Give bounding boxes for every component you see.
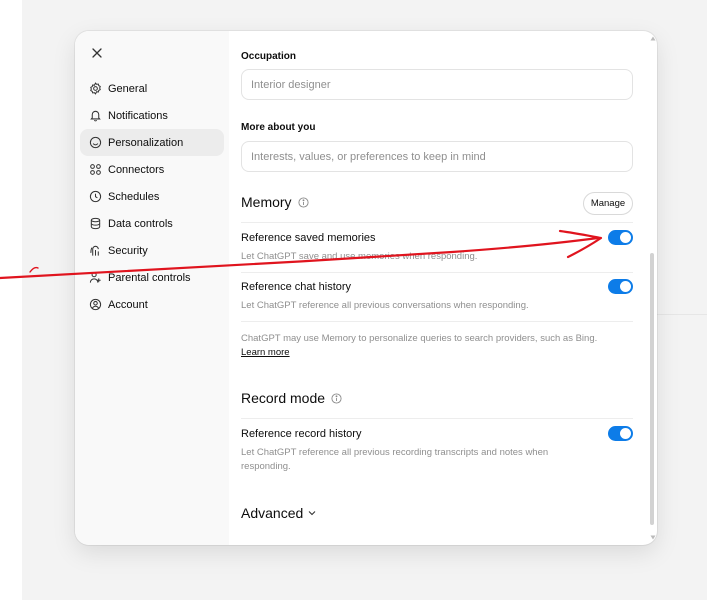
clock-icon	[88, 190, 102, 204]
sidebar-item-account[interactable]: Account	[80, 291, 224, 318]
advanced-label: Advanced	[241, 505, 304, 521]
memory-note-text: ChatGPT may use Memory to personalize qu…	[241, 333, 598, 344]
divider	[241, 418, 633, 419]
sidebar-item-connectors[interactable]: Connectors	[80, 156, 224, 183]
close-icon	[92, 48, 102, 58]
occupation-input[interactable]: Interior designer	[241, 69, 633, 100]
saved-memories-toggle[interactable]	[608, 230, 633, 245]
bell-icon	[88, 109, 102, 123]
settings-nav: General Notifications Personalization Co…	[80, 75, 224, 318]
sidebar-item-label: Schedules	[108, 190, 160, 203]
manage-memories-button[interactable]: Manage	[583, 192, 633, 215]
sidebar-item-data-controls[interactable]: Data controls	[80, 210, 224, 237]
chevron-down-icon	[308, 511, 316, 516]
settings-dialog: General Notifications Personalization Co…	[75, 31, 657, 545]
memory-title: Memory	[241, 194, 292, 210]
record-history-description: Let ChatGPT reference all previous recor…	[241, 447, 549, 472]
sidebar-item-notifications[interactable]: Notifications	[80, 102, 224, 129]
more-about-you-label: More about you	[241, 122, 316, 133]
scroll-down-icon[interactable]	[649, 533, 657, 541]
memory-heading: Memory	[241, 194, 309, 210]
learn-more-link[interactable]: Learn more	[241, 347, 290, 358]
divider	[241, 222, 633, 223]
scrollbar[interactable]	[649, 31, 657, 545]
chat-history-toggle[interactable]	[608, 279, 633, 294]
parental-icon	[88, 271, 102, 285]
personalization-panel: Occupation Interior designer More about …	[229, 31, 657, 545]
sidebar-item-label: Notifications	[108, 109, 168, 122]
scroll-up-icon[interactable]	[649, 34, 657, 42]
record-history-toggle[interactable]	[608, 426, 633, 441]
sidebar-item-security[interactable]: Security	[80, 237, 224, 264]
sidebar-item-parental-controls[interactable]: Parental controls	[80, 264, 224, 291]
divider	[241, 321, 633, 322]
gear-icon	[88, 82, 102, 96]
sidebar-item-label: Parental controls	[108, 271, 191, 284]
sidebar-item-schedules[interactable]: Schedules	[80, 183, 224, 210]
personalization-icon	[88, 136, 102, 150]
settings-sidebar: General Notifications Personalization Co…	[75, 31, 229, 545]
sidebar-item-label: Security	[108, 244, 148, 257]
saved-memories-title: Reference saved memories	[241, 232, 376, 244]
sidebar-item-label: Personalization	[108, 136, 184, 149]
occupation-placeholder: Interior designer	[251, 78, 331, 91]
connectors-icon	[88, 163, 102, 177]
sidebar-item-label: Connectors	[108, 163, 165, 176]
divider	[241, 272, 633, 273]
info-icon[interactable]	[298, 196, 309, 208]
database-icon	[88, 217, 102, 231]
close-button[interactable]	[87, 43, 107, 63]
sidebar-item-label: Data controls	[108, 217, 173, 230]
chat-history-title: Reference chat history	[241, 281, 352, 293]
saved-memories-description: Let ChatGPT save and use memories when r…	[241, 251, 478, 262]
security-icon	[88, 244, 102, 258]
record-mode-title: Record mode	[241, 390, 326, 406]
more-about-you-placeholder: Interests, values, or preferences to kee…	[251, 150, 486, 163]
account-icon	[88, 298, 102, 312]
sidebar-item-general[interactable]: General	[80, 75, 224, 102]
info-icon[interactable]	[331, 392, 342, 404]
sidebar-item-label: Account	[108, 298, 148, 311]
chat-history-description: Let ChatGPT reference all previous conve…	[241, 300, 529, 311]
more-about-you-input[interactable]: Interests, values, or preferences to kee…	[241, 141, 633, 172]
sidebar-item-personalization[interactable]: Personalization	[80, 129, 224, 156]
background-divider	[657, 314, 707, 315]
memory-search-note: ChatGPT may use Memory to personalize qu…	[241, 332, 613, 360]
scrollbar-thumb[interactable]	[650, 253, 654, 525]
record-mode-heading: Record mode	[241, 390, 342, 406]
occupation-label: Occupation	[241, 51, 297, 62]
sidebar-item-label: General	[108, 82, 148, 95]
record-history-title: Reference record history	[241, 428, 362, 440]
advanced-toggle[interactable]: Advanced	[241, 505, 316, 521]
